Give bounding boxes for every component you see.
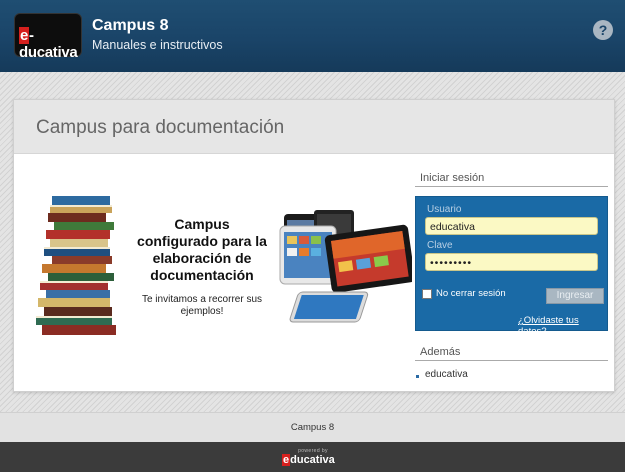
app-subtitle: Manuales e instructivos (92, 38, 223, 52)
page-title: Campus para documentación (36, 117, 285, 138)
devices-illustration (279, 210, 412, 323)
logo-text: e-ducativa (19, 27, 78, 61)
forgot-password-link[interactable]: ¿Olvidaste tus datos? (518, 315, 607, 337)
password-label: Clave (427, 240, 453, 251)
app-title: Campus 8 (92, 17, 169, 34)
username-input[interactable]: educativa (425, 217, 598, 235)
promo-text: Te invitamos a recorrer sus ejemplos! (141, 294, 263, 317)
ademas-section-label: Además (420, 346, 461, 358)
login-form: Usuario educativa Clave ••••••••• No cer… (415, 196, 608, 337)
password-input[interactable]: ••••••••• (425, 253, 598, 271)
footer-bar: Campus 8 (0, 412, 625, 442)
bottom-bar: powered by educativa (0, 442, 625, 472)
username-label: Usuario (427, 204, 462, 215)
powered-brand-rest: ducativa (290, 454, 335, 466)
remember-label: No cerrar sesión (436, 288, 506, 299)
panel-header: Campus para documentación (14, 100, 614, 154)
login-button[interactable]: Ingresar (546, 288, 604, 304)
bullet-icon (416, 375, 419, 378)
header-bar: e-ducativa Campus 8 Manuales e instructi… (0, 0, 625, 72)
help-icon[interactable]: ? (593, 20, 613, 40)
footer-text: Campus 8 (290, 422, 335, 433)
educativa-logo[interactable]: e-ducativa (14, 13, 82, 61)
ademas-link-educativa[interactable]: educativa (425, 369, 468, 380)
remember-checkbox[interactable] (422, 289, 432, 299)
login-section-label: Iniciar sesión (420, 172, 485, 184)
powered-by-logo[interactable]: powered by educativa (278, 448, 348, 468)
powered-brand: educativa (282, 454, 335, 466)
login-divider (415, 186, 608, 187)
books-illustration (36, 196, 116, 335)
promo-heading: Campus configurado para la elaboración d… (137, 216, 267, 283)
main-panel: Campus para documentación Campus configu… (13, 99, 615, 392)
ademas-divider (415, 360, 608, 361)
